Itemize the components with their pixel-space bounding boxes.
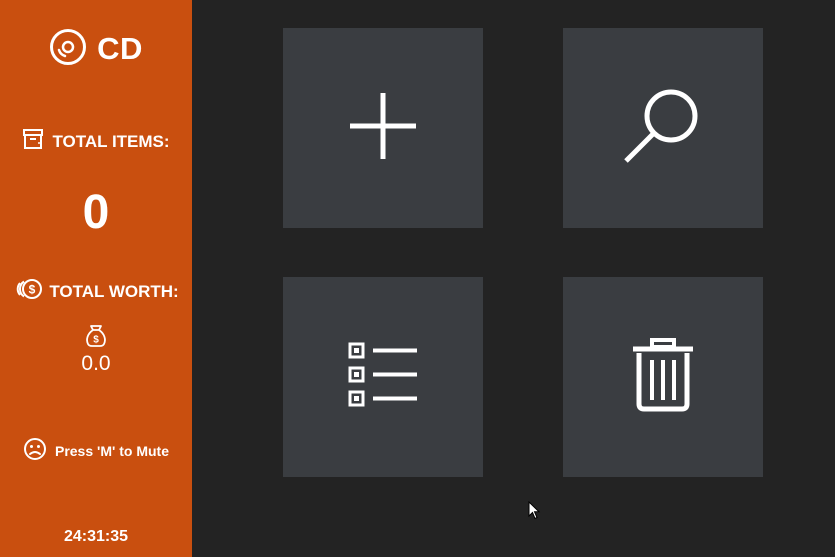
archive-box-icon xyxy=(22,128,46,155)
mute-hint-text: Press 'M' to Mute xyxy=(54,442,169,459)
svg-text:$: $ xyxy=(93,335,99,346)
list-button[interactable] xyxy=(283,277,483,477)
brand: CD xyxy=(0,28,192,70)
total-worth-label: TOTAL WORTH: xyxy=(49,281,179,301)
mute-hint: Press 'M' to Mute xyxy=(0,437,192,464)
total-worth-value: 0.0 xyxy=(81,352,111,375)
app-title: CD xyxy=(97,31,143,66)
add-button[interactable] xyxy=(283,28,483,228)
sad-face-icon xyxy=(23,437,47,464)
total-items-label: TOTAL ITEMS: xyxy=(52,131,170,151)
search-icon xyxy=(623,86,703,171)
clock: 24:31:35 xyxy=(63,528,129,545)
coins-icon: $ xyxy=(13,278,43,305)
search-button[interactable] xyxy=(563,28,763,228)
plus-icon xyxy=(348,91,418,166)
total-items-value: 0 xyxy=(82,186,110,239)
delete-button[interactable] xyxy=(563,277,763,477)
total-items-heading: TOTAL ITEMS: xyxy=(0,128,192,155)
checklist-icon xyxy=(347,341,419,414)
money-bag-icon: $ xyxy=(0,324,192,348)
trash-icon xyxy=(632,337,694,417)
svg-text:$: $ xyxy=(29,283,36,297)
sidebar: CD TOTAL ITEMS: 0 $ TOTAL WORTH: $ 0.0 P… xyxy=(0,0,192,557)
mouse-pointer-icon xyxy=(528,500,542,526)
total-worth-heading: $ TOTAL WORTH: xyxy=(0,278,192,305)
cd-disc-icon xyxy=(49,28,87,71)
